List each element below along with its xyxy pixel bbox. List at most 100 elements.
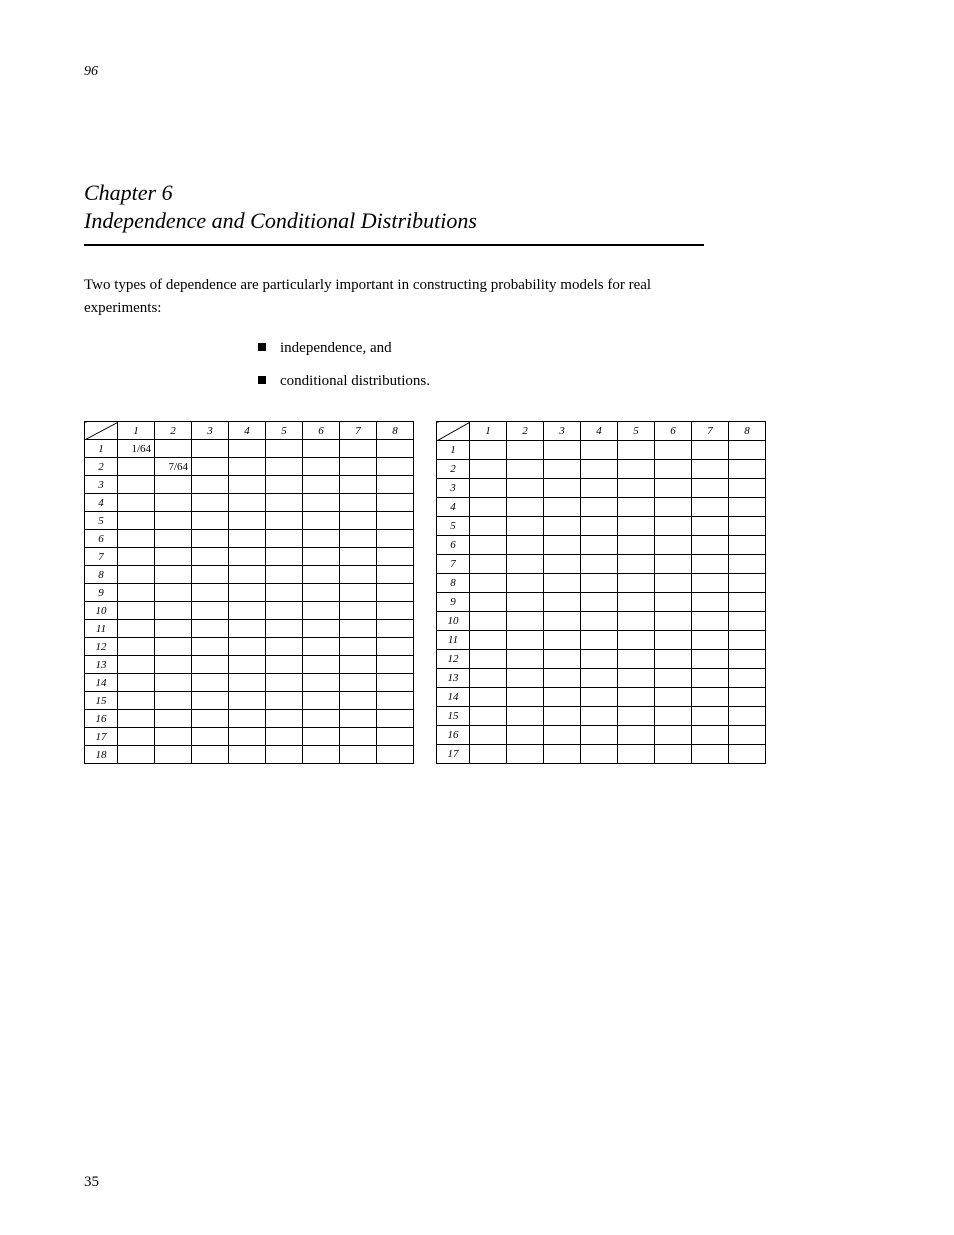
cell xyxy=(729,612,766,631)
cell xyxy=(340,458,377,476)
cell xyxy=(655,650,692,669)
col-header: 6 xyxy=(303,422,340,440)
cell xyxy=(655,688,692,707)
cell xyxy=(266,746,303,764)
cell xyxy=(266,638,303,656)
table-row: 18 xyxy=(85,746,414,764)
cell xyxy=(655,726,692,745)
row-header: 5 xyxy=(85,512,118,530)
col-header: 4 xyxy=(581,422,618,441)
row-header: 11 xyxy=(437,631,470,650)
cell xyxy=(544,707,581,726)
cell xyxy=(155,566,192,584)
bullet-text: conditional distributions. xyxy=(280,370,430,393)
row-header: 5 xyxy=(437,517,470,536)
cell xyxy=(229,530,266,548)
row-header: 2 xyxy=(437,460,470,479)
row-header: 16 xyxy=(85,710,118,728)
cell xyxy=(618,593,655,612)
cell xyxy=(377,476,414,494)
cell xyxy=(507,593,544,612)
cell xyxy=(692,745,729,764)
cell xyxy=(192,620,229,638)
cell xyxy=(377,566,414,584)
cell xyxy=(581,460,618,479)
cell xyxy=(229,692,266,710)
col-header: 3 xyxy=(544,422,581,441)
cell xyxy=(340,710,377,728)
cell xyxy=(118,602,155,620)
cell xyxy=(470,726,507,745)
cell xyxy=(155,674,192,692)
cell xyxy=(192,728,229,746)
cell xyxy=(618,574,655,593)
table-row: 3 xyxy=(437,479,766,498)
row-header: 1 xyxy=(437,441,470,460)
cell xyxy=(192,674,229,692)
cell xyxy=(544,612,581,631)
col-header: 1 xyxy=(118,422,155,440)
table-row: 5 xyxy=(85,512,414,530)
col-header: 3 xyxy=(192,422,229,440)
cell xyxy=(377,530,414,548)
cell xyxy=(544,460,581,479)
cell xyxy=(303,530,340,548)
row-header: 14 xyxy=(85,674,118,692)
cell xyxy=(229,494,266,512)
cell xyxy=(377,458,414,476)
cell xyxy=(303,584,340,602)
cell xyxy=(470,498,507,517)
cell xyxy=(340,692,377,710)
cell xyxy=(655,593,692,612)
cell xyxy=(377,638,414,656)
cell xyxy=(377,656,414,674)
cell xyxy=(470,593,507,612)
cell xyxy=(692,574,729,593)
cell xyxy=(377,710,414,728)
cell xyxy=(192,584,229,602)
cell xyxy=(729,460,766,479)
cell xyxy=(581,669,618,688)
cell xyxy=(192,710,229,728)
cell xyxy=(340,494,377,512)
cell xyxy=(507,460,544,479)
row-header: 1 xyxy=(85,440,118,458)
cell xyxy=(266,674,303,692)
table-row: 6 xyxy=(437,536,766,555)
cell xyxy=(692,517,729,536)
cell xyxy=(729,517,766,536)
cell xyxy=(655,517,692,536)
cell xyxy=(266,692,303,710)
bullet-text: independence, and xyxy=(280,337,392,360)
cell xyxy=(229,440,266,458)
cell xyxy=(692,612,729,631)
row-header: 14 xyxy=(437,688,470,707)
cell xyxy=(544,669,581,688)
cell xyxy=(229,638,266,656)
cell xyxy=(729,669,766,688)
cell xyxy=(303,656,340,674)
cell xyxy=(377,746,414,764)
cell xyxy=(192,476,229,494)
cell xyxy=(340,440,377,458)
cell xyxy=(303,674,340,692)
table-row: 5 xyxy=(437,517,766,536)
chapter-subtitle: Independence and Conditional Distributio… xyxy=(84,208,870,234)
table-row: 15 xyxy=(437,707,766,726)
cell xyxy=(377,674,414,692)
cell xyxy=(303,620,340,638)
cell xyxy=(118,656,155,674)
cell xyxy=(192,458,229,476)
cell xyxy=(340,728,377,746)
cell xyxy=(303,458,340,476)
cell xyxy=(118,710,155,728)
row-header: 4 xyxy=(85,494,118,512)
cell xyxy=(692,498,729,517)
cell xyxy=(692,631,729,650)
cell xyxy=(155,494,192,512)
row-header: 6 xyxy=(437,536,470,555)
cell xyxy=(581,593,618,612)
cell xyxy=(118,566,155,584)
cell xyxy=(692,460,729,479)
cell xyxy=(729,593,766,612)
